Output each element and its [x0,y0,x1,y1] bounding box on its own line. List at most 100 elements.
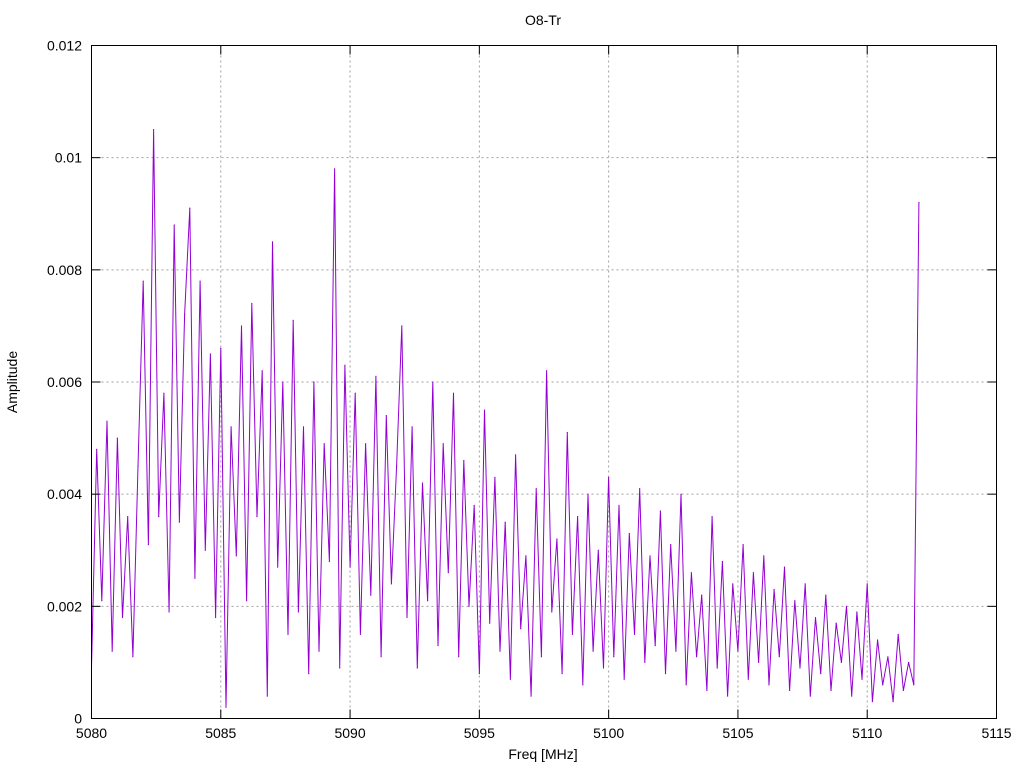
data-point [458,656,460,658]
data-point [851,695,853,697]
data-point [401,325,403,327]
data-point [783,566,786,568]
data-point [608,476,610,478]
data-point [861,678,863,680]
data-point [447,572,449,574]
data-point [525,555,527,557]
data-point [675,650,677,652]
data-point [318,650,320,652]
data-point [375,375,377,377]
data-point [690,572,692,574]
series-line [91,129,920,708]
data-point [830,689,832,692]
x-tick-label: 5085 [205,725,236,741]
x-tick-label: 5110 [852,725,882,741]
data-point [752,572,755,574]
data-point [246,600,248,602]
data-point [711,516,713,518]
data-point [349,566,351,568]
data-point [535,487,537,490]
data-point [147,544,149,546]
x-tick-label: 5115 [981,725,1011,741]
data-point [504,521,506,523]
data-point [520,628,522,630]
data-point [804,583,806,585]
data-point [364,443,367,445]
data-point [178,521,181,523]
data-point [297,611,299,613]
data-point [737,650,739,652]
data-point [230,426,232,428]
y-tick-label: 0.006 [47,374,82,390]
data-point [633,633,636,635]
data-point [473,504,475,506]
data-point [359,633,362,635]
data-point [840,661,842,664]
data-point [266,695,268,697]
y-tick-label: 0 [74,711,82,727]
data-point [556,538,558,540]
data-point [256,516,258,518]
data-point [385,415,387,417]
data-point [809,695,811,697]
data-point [902,689,905,692]
data-point [261,370,263,372]
data-point [173,224,175,226]
data-point [701,594,703,596]
y-tick-label: 0.004 [47,486,82,502]
data-point [789,689,791,692]
data-point [427,600,429,602]
data-point [871,701,873,703]
data-point [582,684,584,686]
data-point [204,549,206,551]
data-point [918,201,920,204]
data-point [271,241,274,243]
data-point [592,650,594,652]
data-point [628,532,630,535]
data-point [411,426,413,428]
data-point [726,695,729,697]
data-point [540,656,543,658]
y-tick-label: 0.008 [47,262,82,278]
data-point [302,426,305,428]
data-point [509,678,511,680]
data-point [887,656,889,658]
data-point [654,644,656,647]
data-point [695,656,698,658]
data-point [602,667,605,669]
data-point [137,465,139,467]
data-point [530,695,532,697]
data-point [577,516,579,518]
data-point [370,594,372,596]
data-point [432,381,434,383]
data-point [825,594,827,596]
data-point [390,583,393,585]
data-point [670,544,672,546]
data-point [649,555,651,557]
data-point [773,588,775,591]
data-point [706,689,708,692]
data-point [380,656,382,658]
data-point [220,347,222,349]
data-point [856,611,858,613]
data-point [328,560,330,563]
data-point [747,678,749,680]
data-point [566,431,568,434]
data-point [897,633,899,635]
data-point [794,600,796,602]
data-point [514,454,517,456]
data-point [799,667,801,669]
x-tick-label: 5090 [334,725,365,741]
y-tick-label: 0.012 [47,38,82,54]
data-point [215,616,217,619]
ticks: 5080 5085 5090 5095 5100 5105 5110 5115 0 0.002 0.… [47,38,1012,742]
data-point [866,583,868,585]
data-point [437,644,439,647]
data-point [406,616,408,619]
data-point [545,370,548,372]
data-point [240,325,243,327]
series-layer [90,129,920,708]
data-point [716,667,718,669]
data-point [644,661,646,664]
data-point [132,656,134,658]
